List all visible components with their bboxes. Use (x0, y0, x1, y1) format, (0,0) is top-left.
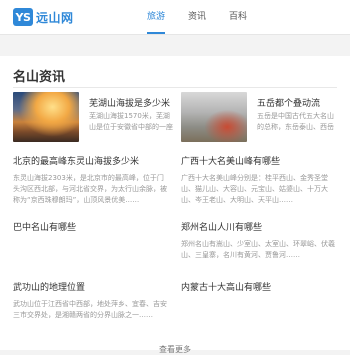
article-title[interactable]: 内蒙古十大高山有哪些 (181, 280, 337, 293)
article-summary: 五岳是中国古代五大名山的总称，东岳泰山、西岳华山…… (257, 112, 334, 131)
article-title[interactable]: 广西十大名美山峰有哪些 (181, 154, 337, 167)
article-title[interactable]: 芜湖山海拔是多少米 (89, 96, 170, 109)
site-logo[interactable]: YS 远山网 (13, 8, 74, 26)
article-title[interactable]: 五岳都个叠动流 (257, 96, 320, 109)
nav-item-news[interactable]: 资讯 (188, 0, 206, 34)
article-title[interactable]: 巴中名山有哪些 (13, 220, 170, 233)
article-title[interactable]: 武功山的地理位置 (13, 280, 170, 293)
article-thumbnail[interactable] (13, 92, 79, 142)
article-summary: 芜湖山海拔1570米，芜湖山是位于安徽省中部的一座名山…… (89, 112, 173, 131)
featured-card-2[interactable]: 五岳都个叠动流 五岳是中国古代五大名山的总称，东岳泰山、西岳华山…… (181, 92, 337, 144)
list-item[interactable]: 内蒙古十大高山有哪些 (181, 280, 337, 299)
main-nav: 旅游 资讯 百科 (147, 0, 247, 34)
featured-card-1[interactable]: 芜湖山海拔是多少米 芜湖山海拔1570米，芜湖山是位于安徽省中部的一座名山…… (13, 92, 173, 144)
article-summary: 郑州名山有嵩山、少室山、太室山、环翠峪、伏羲山、三皇寨，名川有黄河、贾鲁河…… (181, 240, 335, 259)
section-title: 名山资讯 (13, 70, 66, 85)
nav-item-encyclopedia[interactable]: 百科 (229, 0, 247, 34)
article-thumbnail[interactable] (181, 92, 247, 142)
list-item[interactable]: 北京的最高峰东灵山海拔多少米 东灵山海拔2303米，是北京市的最高峰，位于门头沟… (13, 154, 170, 206)
section-divider (13, 87, 337, 88)
article-summary: 武功山位于江西省中西部，地处萍乡、宜春、吉安三市交界处，是湘赣两省的分界山脉之一… (13, 300, 167, 319)
list-item[interactable]: 广西十大名美山峰有哪些 广西十大名美山峰分别是：桂平西山、金秀圣堂山、猫儿山、大… (181, 154, 337, 206)
article-title[interactable]: 北京的最高峰东灵山海拔多少米 (13, 154, 170, 167)
logo-text: 远山网 (36, 10, 74, 25)
article-summary: 广西十大名美山峰分别是：桂平西山、金秀圣堂山、猫儿山、大容山、元宝山、姑婆山、十… (181, 174, 328, 204)
nav-item-travel[interactable]: 旅游 (147, 0, 166, 34)
list-item[interactable]: 巴中名山有哪些 (13, 220, 170, 239)
top-navbar: YS 远山网 旅游 资讯 百科 (0, 0, 350, 35)
list-item[interactable]: 武功山的地理位置 武功山位于江西省中西部，地处萍乡、宜春、吉安三市交界处，是湘赣… (13, 280, 170, 332)
article-summary: 东灵山海拔2303米，是北京市的最高峰，位于门头沟区西北部，与河北省交界，为太行… (13, 174, 167, 204)
logo-badge: YS (13, 8, 33, 26)
list-item[interactable]: 郑州名山人川有哪些 郑州名山有嵩山、少室山、太室山、环翠峪、伏羲山、三皇寨，名川… (181, 220, 337, 272)
news-panel: 名山资讯 芜湖山海拔是多少米 芜湖山海拔1570米，芜湖山是位于安徽省中部的一座… (0, 56, 350, 350)
article-title[interactable]: 郑州名山人川有哪些 (181, 220, 337, 233)
